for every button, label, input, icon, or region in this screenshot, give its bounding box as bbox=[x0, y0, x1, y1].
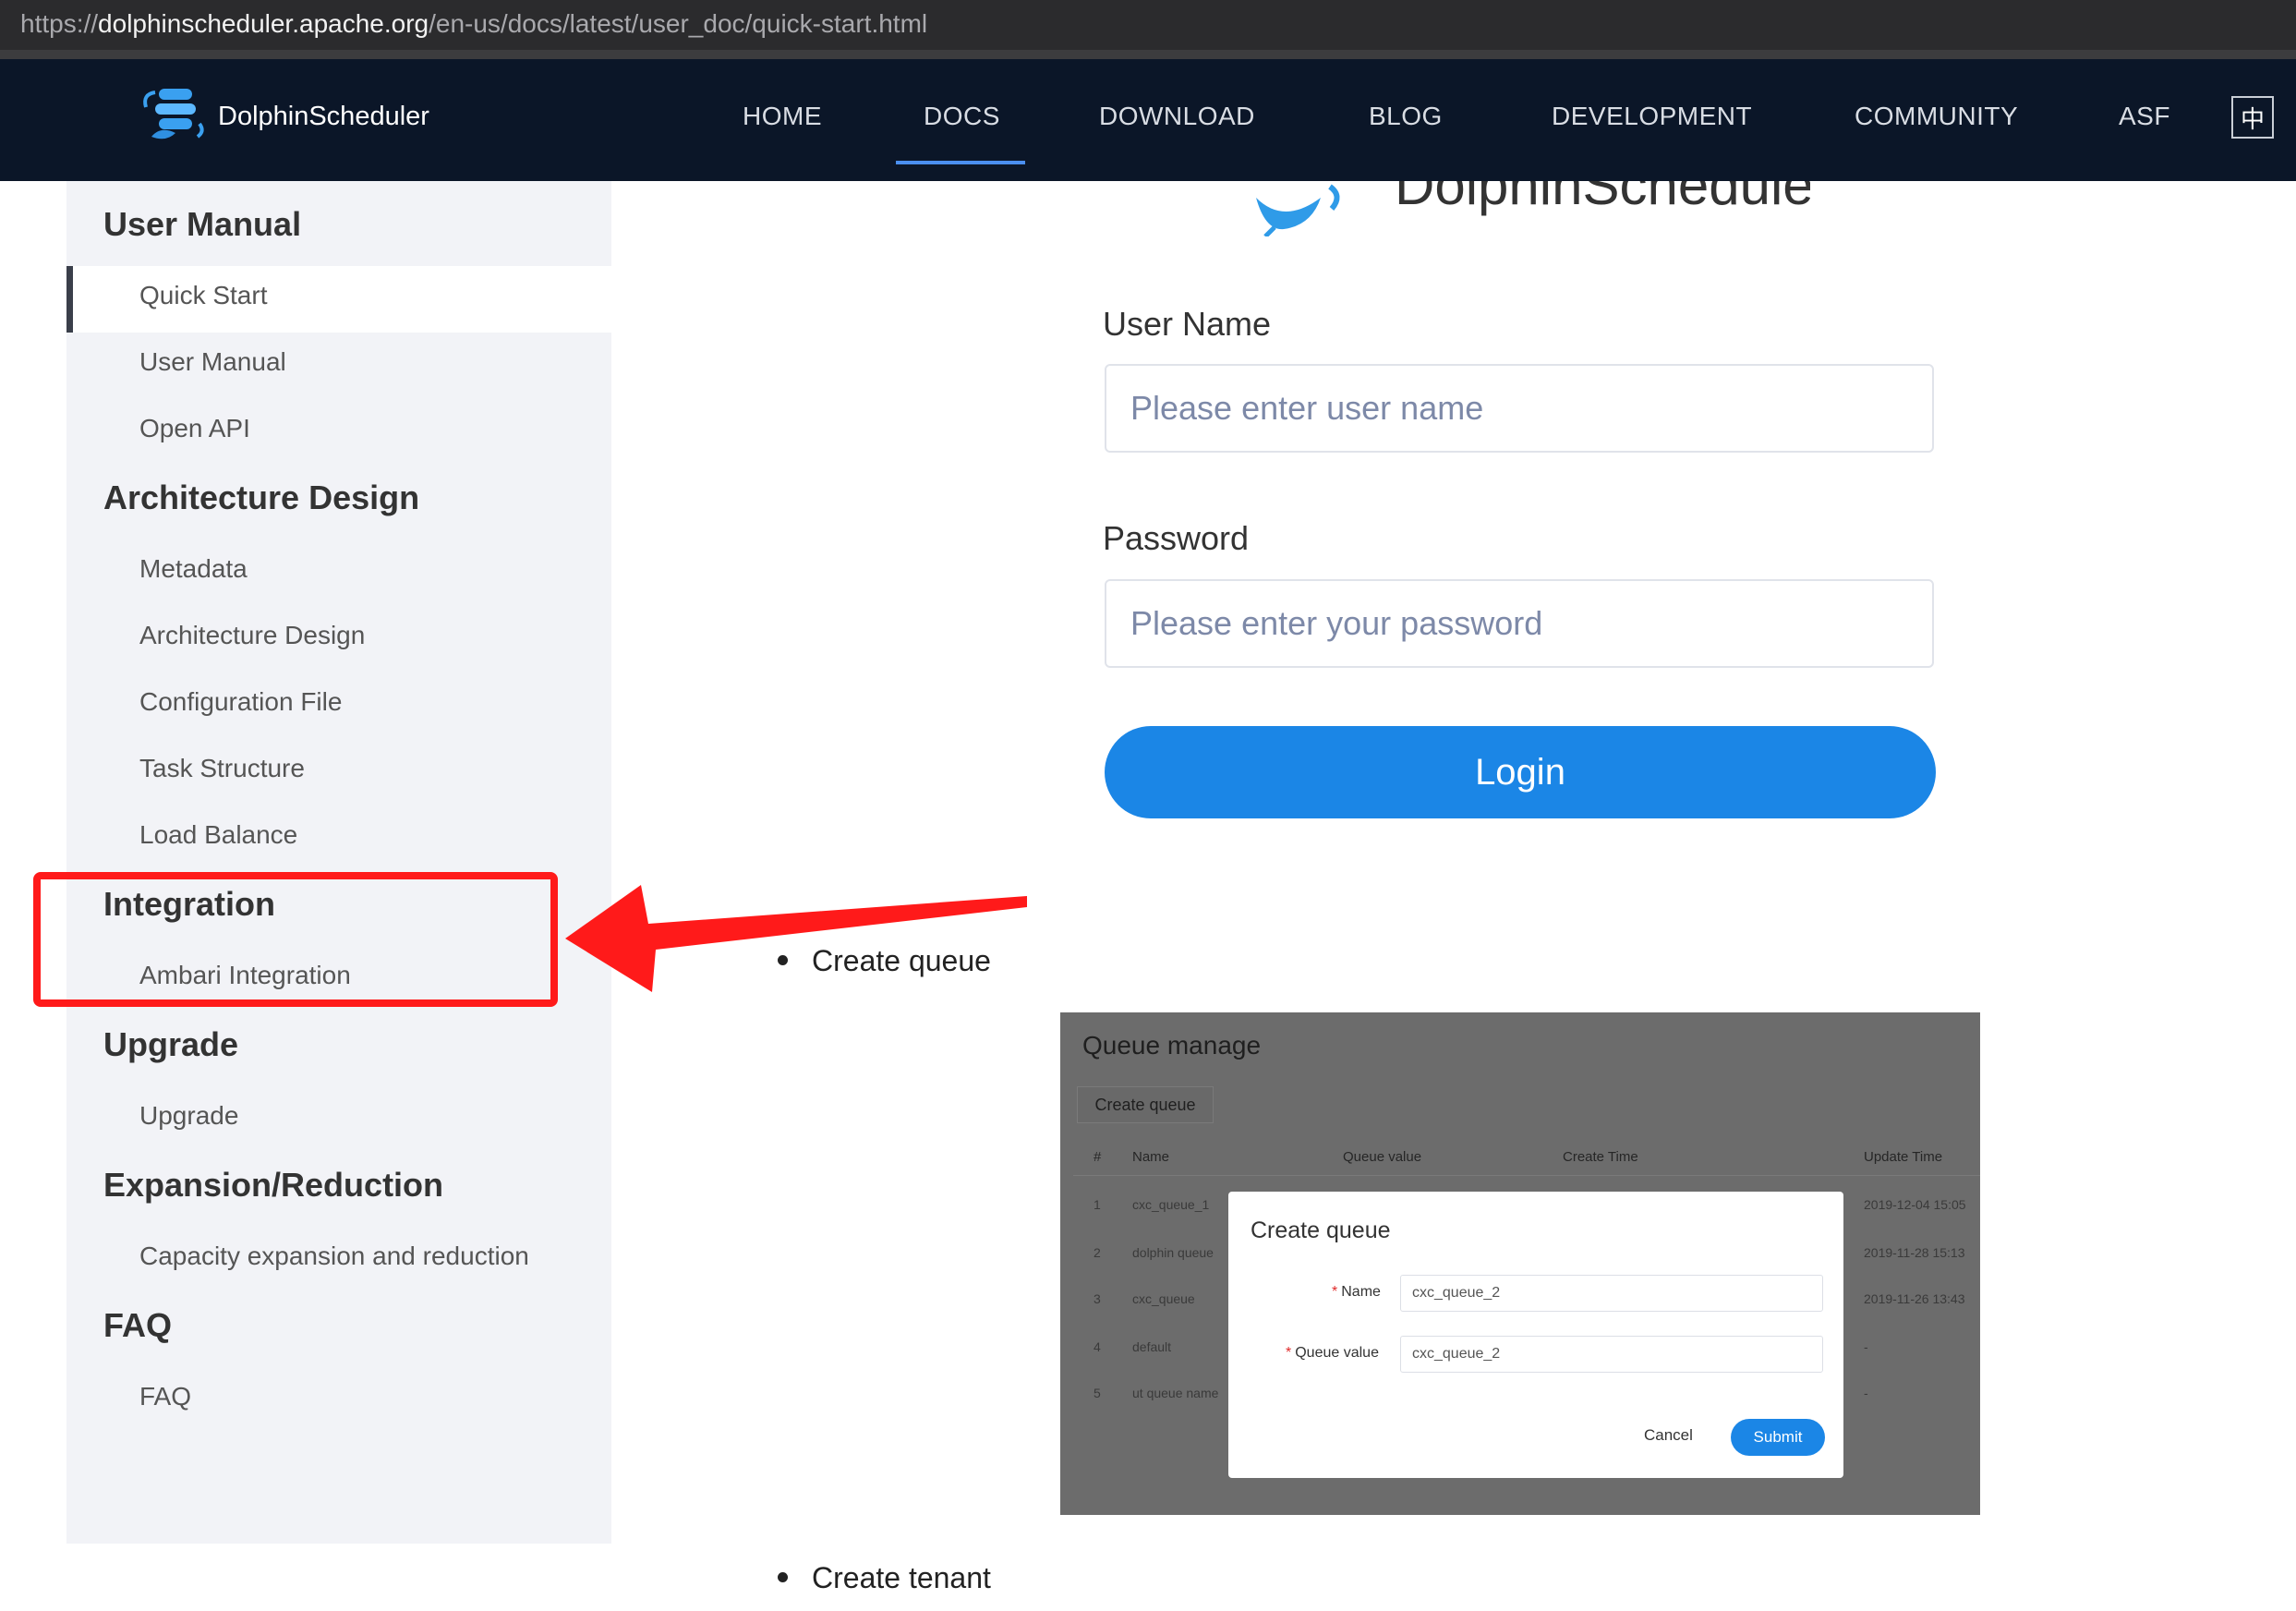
password-input[interactable] bbox=[1105, 579, 1934, 668]
table-row-update-time: 2019-11-26 13:43 bbox=[1864, 1291, 1965, 1306]
nav-community[interactable]: COMMUNITY bbox=[1855, 102, 2018, 131]
table-row-update-time: 2019-12-04 15:05 bbox=[1864, 1197, 1966, 1212]
table-row-name: cxc_queue_1 bbox=[1132, 1197, 1210, 1212]
table-row-index: 5 bbox=[1094, 1386, 1101, 1400]
table-row-name: ut queue name bbox=[1132, 1386, 1219, 1400]
name-field-label: * Name bbox=[1332, 1284, 1381, 1300]
sidebar-section-user-manual[interactable]: User Manual bbox=[103, 205, 301, 244]
queue-manage-title: Queue manage bbox=[1082, 1031, 1262, 1060]
table-row-update-time: - bbox=[1864, 1386, 1868, 1400]
queue-value-field-label: * Queue value bbox=[1286, 1345, 1379, 1361]
site-header: DolphinScheduler HOME DOCS DOWNLOAD BLOG… bbox=[0, 59, 2296, 181]
annotation-arrow-icon bbox=[565, 885, 1027, 992]
username-input[interactable] bbox=[1105, 364, 1934, 453]
required-asterisk: * bbox=[1332, 1284, 1338, 1300]
nav-development[interactable]: DEVELOPMENT bbox=[1552, 102, 1752, 131]
column-header-index: # bbox=[1094, 1149, 1102, 1165]
sidebar-item-architecture-design[interactable]: Architecture Design bbox=[139, 621, 365, 650]
username-label: User Name bbox=[1103, 305, 1272, 343]
sidebar-section-faq[interactable]: FAQ bbox=[103, 1306, 172, 1345]
sidebar-item-load-balance[interactable]: Load Balance bbox=[139, 820, 297, 850]
modal-submit-button: Submit bbox=[1731, 1419, 1825, 1456]
password-label: Password bbox=[1103, 519, 1250, 557]
bullet-dot bbox=[778, 1572, 788, 1583]
active-nav-indicator bbox=[896, 161, 1025, 164]
modal-queue-value-input: cxc_queue_2 bbox=[1400, 1336, 1823, 1373]
table-row-name: default bbox=[1132, 1339, 1172, 1354]
sidebar-section-architecture-design[interactable]: Architecture Design bbox=[103, 478, 419, 517]
column-header-update-time: Update Time bbox=[1864, 1149, 1943, 1165]
sidebar-item-faq[interactable]: FAQ bbox=[139, 1382, 191, 1411]
table-row-update-time: 2019-11-28 15:13 bbox=[1864, 1245, 1965, 1260]
table-row-index: 1 bbox=[1094, 1197, 1101, 1212]
browser-url-bar[interactable]: https://dolphinscheduler.apache.org/en-u… bbox=[0, 0, 2296, 59]
sidebar-item-quick-start[interactable]: Quick Start bbox=[139, 281, 267, 310]
url-text[interactable]: https://dolphinscheduler.apache.org/en-u… bbox=[20, 9, 927, 39]
column-header-name: Name bbox=[1132, 1149, 1170, 1165]
modal-title: Create queue bbox=[1251, 1217, 1391, 1243]
sidebar-item-metadata[interactable]: Metadata bbox=[139, 554, 248, 584]
create-queue-button: Create queue bbox=[1077, 1086, 1214, 1123]
sidebar-item-task-structure[interactable]: Task Structure bbox=[139, 754, 305, 783]
annotation-highlight-box bbox=[33, 872, 558, 1007]
table-row-update-time: - bbox=[1864, 1339, 1868, 1354]
sidebar-item-capacity-expansion[interactable]: Capacity expansion and reduction bbox=[139, 1242, 529, 1271]
url-bar-divider bbox=[0, 50, 2296, 59]
modal-cancel-button: Cancel bbox=[1644, 1426, 1693, 1444]
nav-asf[interactable]: ASF bbox=[2119, 102, 2170, 131]
required-asterisk: * bbox=[1286, 1345, 1292, 1361]
table-divider bbox=[1073, 1175, 1980, 1176]
nav-download[interactable]: DOWNLOAD bbox=[1099, 102, 1255, 131]
nav-blog[interactable]: BLOG bbox=[1369, 102, 1443, 131]
table-row-index: 3 bbox=[1094, 1291, 1101, 1306]
sidebar-section-upgrade[interactable]: Upgrade bbox=[103, 1025, 238, 1064]
sidebar-item-configuration-file[interactable]: Configuration File bbox=[139, 687, 342, 717]
login-button[interactable]: Login bbox=[1105, 726, 1936, 818]
sidebar-section-expansion-reduction[interactable]: Expansion/Reduction bbox=[103, 1166, 443, 1205]
modal-name-input: cxc_queue_2 bbox=[1400, 1275, 1823, 1312]
table-row-index: 2 bbox=[1094, 1245, 1101, 1260]
sidebar-item-upgrade[interactable]: Upgrade bbox=[139, 1101, 238, 1131]
login-logo-text: DolphinScheduler bbox=[1395, 181, 1810, 216]
create-queue-modal: Create queue * Name cxc_queue_2 * Queue va… bbox=[1228, 1192, 1843, 1478]
table-row-name: dolphin queue bbox=[1132, 1245, 1214, 1260]
column-header-queue-value: Queue value bbox=[1343, 1149, 1422, 1165]
bullet-text: Create tenant bbox=[812, 1561, 991, 1594]
docs-sidebar: User Manual Quick Start User Manual Open… bbox=[66, 181, 611, 1544]
table-row-name: cxc_queue bbox=[1132, 1291, 1195, 1306]
language-toggle-button[interactable]: 中 bbox=[2231, 96, 2274, 139]
bullet-create-tenant: Create tenant bbox=[778, 1561, 991, 1595]
queue-manage-screenshot: Queue manage Create queue # Name Queue v… bbox=[1060, 1012, 1980, 1515]
column-header-create-time: Create Time bbox=[1563, 1149, 1638, 1165]
sidebar-item-user-manual[interactable]: User Manual bbox=[139, 347, 286, 377]
main-nav: HOME DOCS DOWNLOAD BLOG DEVELOPMENT COMM… bbox=[0, 59, 2296, 181]
dolphin-logo-icon bbox=[1256, 184, 1340, 236]
nav-home[interactable]: HOME bbox=[743, 102, 822, 131]
nav-docs[interactable]: DOCS bbox=[924, 102, 1000, 131]
login-logo: DolphinScheduler bbox=[1238, 181, 1810, 236]
sidebar-item-open-api[interactable]: Open API bbox=[139, 414, 250, 443]
table-row-index: 4 bbox=[1094, 1339, 1101, 1354]
